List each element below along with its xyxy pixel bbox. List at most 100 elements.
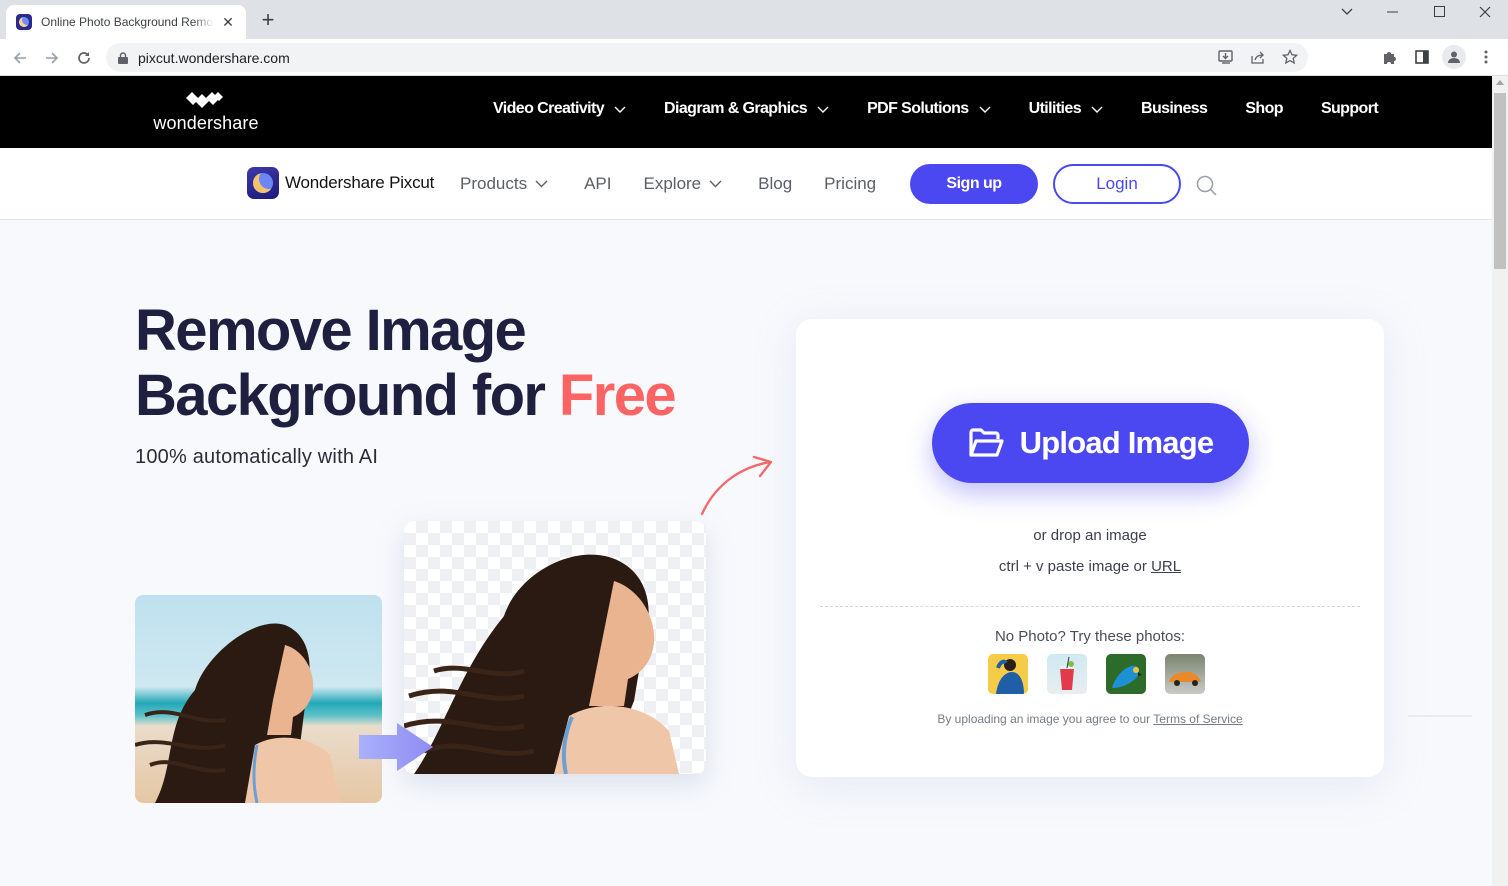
woman-photo-cutout <box>404 554 679 774</box>
search-icon[interactable] <box>1196 175 1218 197</box>
maximize-icon <box>1434 6 1445 17</box>
ws-nav-pdf-solutions[interactable]: PDF Solutions <box>867 100 991 118</box>
browser-tab[interactable]: Online Photo Background Remover ✕ <box>6 5 246 39</box>
new-tab-button[interactable]: + <box>256 9 280 33</box>
hero-title: Remove Image Background for Free <box>135 298 677 428</box>
profile-avatar-icon[interactable] <box>1442 45 1466 69</box>
tab-strip: Online Photo Background Remover ✕ + <box>0 0 1508 39</box>
install-icon[interactable] <box>1216 47 1236 67</box>
chevron-down-icon <box>979 106 991 113</box>
reload-button[interactable] <box>72 46 96 70</box>
upload-button-label: Upload Image <box>1019 425 1214 460</box>
pixcut-nav: Products API Explore Blog Pricing <box>460 174 876 194</box>
tab-search-button[interactable] <box>1324 0 1370 24</box>
minimize-button[interactable] <box>1370 0 1416 24</box>
ws-nav-video-creativity[interactable]: Video Creativity <box>493 100 626 118</box>
sample-photo-parrot[interactable] <box>1106 654 1146 694</box>
chevron-down-icon <box>1091 106 1103 113</box>
pixcut-brand[interactable]: Wondershare Pixcut <box>247 167 434 199</box>
ws-nav-utilities[interactable]: Utilities <box>1029 100 1103 118</box>
page-viewport: wondershare Video Creativity Diagram & G… <box>0 76 1492 886</box>
hero-title-line1: Remove Image <box>135 298 527 363</box>
scrollbar-thumb[interactable] <box>1494 93 1506 269</box>
ws-nav-label: Shop <box>1245 100 1283 117</box>
arrow-left-icon <box>13 52 26 64</box>
ws-nav-label: Business <box>1141 100 1208 117</box>
ws-nav-diagram-graphics[interactable]: Diagram & Graphics <box>664 100 829 118</box>
wondershare-logo-text: wondershare <box>153 113 259 133</box>
folder-open-icon <box>969 428 1004 457</box>
arrow-right-icon <box>46 52 59 64</box>
tab-close-icon[interactable]: ✕ <box>220 14 236 31</box>
pixcut-header: Wondershare Pixcut Products API Explore … <box>0 148 1492 220</box>
back-button[interactable] <box>8 46 32 70</box>
woman-photo-original <box>135 623 340 803</box>
side-panel-icon[interactable] <box>1410 45 1434 69</box>
browser-toolbar: pixcut.wondershare.com <box>0 39 1508 76</box>
tab-title: Online Photo Background Remover <box>41 15 215 29</box>
reload-icon <box>78 52 90 64</box>
chevron-down-icon <box>1341 8 1353 15</box>
nav-label: Blog <box>758 174 793 193</box>
wondershare-logo-icon <box>186 92 223 108</box>
ws-nav-business[interactable]: Business <box>1141 100 1208 118</box>
after-image-transparent <box>404 521 706 774</box>
nav-label: Pricing <box>824 174 877 193</box>
decorative-line <box>1408 715 1472 717</box>
close-window-button[interactable] <box>1462 0 1508 24</box>
wondershare-nav: Video Creativity Diagram & Graphics PDF … <box>493 100 1416 118</box>
nav-api[interactable]: API <box>584 174 611 194</box>
login-button[interactable]: Login <box>1053 164 1181 204</box>
paste-hint-text: ctrl + v paste image or <box>998 558 1152 575</box>
url-link[interactable]: URL <box>1151 558 1181 575</box>
nav-label: API <box>584 174 612 193</box>
close-icon <box>1479 6 1491 18</box>
sample-photo-person[interactable] <box>988 654 1028 694</box>
upload-card[interactable]: Upload Image or drop an image ctrl + v p… <box>796 319 1384 777</box>
pixcut-favicon-icon <box>16 14 32 30</box>
url-text: pixcut.wondershare.com <box>138 49 290 66</box>
upload-image-button[interactable]: Upload Image <box>932 403 1249 483</box>
nav-blog[interactable]: Blog <box>758 174 792 194</box>
chevron-down-icon <box>535 180 548 188</box>
terms-text: By uploading an image you agree to our <box>937 712 1154 726</box>
plus-icon: + <box>261 7 275 32</box>
page-scrollbar[interactable] <box>1492 76 1508 886</box>
paste-hint: ctrl + v paste image or URL <box>796 558 1384 575</box>
more-menu-icon[interactable] <box>1474 45 1498 69</box>
scroll-up-arrow-icon[interactable] <box>1496 80 1504 85</box>
hero-title-accent: Free <box>558 363 677 428</box>
chevron-down-icon <box>614 106 626 113</box>
hero-title-line2: Background for <box>135 363 559 428</box>
ws-nav-label: Diagram & Graphics <box>664 100 808 117</box>
ws-nav-support[interactable]: Support <box>1321 100 1379 118</box>
nav-explore[interactable]: Explore <box>644 174 723 194</box>
ws-nav-label: Utilities <box>1028 100 1082 117</box>
lock-icon <box>118 51 128 64</box>
nav-products[interactable]: Products <box>460 174 548 194</box>
terms-of-service-link[interactable]: Terms of Service <box>1153 712 1242 726</box>
address-bar[interactable]: pixcut.wondershare.com <box>106 43 1308 72</box>
dashed-divider <box>820 606 1360 607</box>
share-icon[interactable] <box>1248 47 1268 67</box>
pixcut-logo-icon <box>247 167 279 199</box>
drop-hint: or drop an image <box>1033 527 1147 544</box>
star-icon[interactable] <box>1280 47 1300 67</box>
curved-arrow-icon <box>700 455 773 516</box>
extensions-icon[interactable] <box>1378 45 1402 69</box>
ws-nav-label: PDF Solutions <box>867 100 969 117</box>
sign-up-button[interactable]: Sign up <box>910 164 1038 204</box>
maximize-button[interactable] <box>1417 0 1463 24</box>
sample-photo-car[interactable] <box>1165 654 1205 694</box>
sample-photos <box>988 654 1205 694</box>
forward-button[interactable] <box>40 46 64 70</box>
nav-label: Products <box>460 174 528 193</box>
terms-notice: By uploading an image you agree to our T… <box>796 712 1384 726</box>
wondershare-logo[interactable]: wondershare <box>152 92 260 134</box>
nav-pricing[interactable]: Pricing <box>824 174 876 194</box>
hero-subtitle: 100% automatically with AI <box>135 446 379 468</box>
sample-photo-drink[interactable] <box>1047 654 1087 694</box>
ws-nav-shop[interactable]: Shop <box>1245 100 1283 118</box>
chevron-down-icon <box>817 106 829 113</box>
ws-nav-label: Video Creativity <box>493 100 605 117</box>
